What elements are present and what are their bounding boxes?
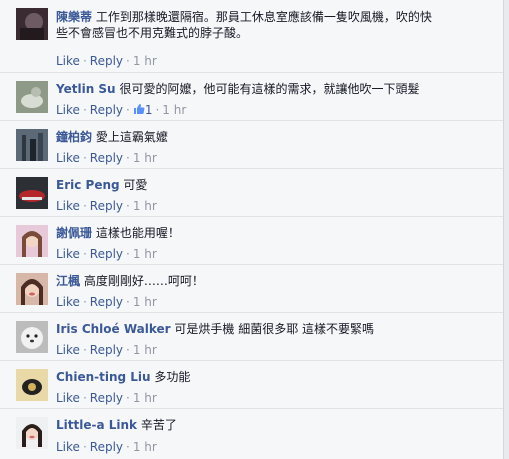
comment-body: Yetlin Su 很可愛的阿嬤，他可能有這樣的需求，就讓他吹一下頭髮 (56, 81, 493, 97)
comment-author[interactable]: 鐘柏鈞 (56, 130, 92, 144)
comment-body: Eric Peng 可愛 (56, 177, 493, 193)
comment-timestamp[interactable]: 1 hr (133, 440, 157, 454)
reply-link[interactable]: Reply (90, 54, 123, 68)
reply-link[interactable]: Reply (90, 391, 123, 405)
comment-item: Eric Peng 可愛 Like · Reply · 1 hr (0, 168, 503, 216)
comment-timestamp[interactable]: 1 hr (133, 391, 157, 405)
comment-actions: Like · Reply · 1 hr (56, 199, 157, 213)
comment-author[interactable]: Iris Chloé Walker (56, 322, 171, 336)
comment-item: 江楓 高度剛剛好……呵呵！ Like · Reply · 1 hr (0, 264, 503, 312)
avatar[interactable] (16, 321, 48, 353)
comment-author[interactable]: Yetlin Su (56, 82, 116, 96)
comment-author[interactable]: Little-a Link (56, 418, 137, 432)
comment-timestamp[interactable]: 1 hr (133, 247, 157, 261)
comment-text-continued: 些不會感冒也不用克難式的脖子酸。 (56, 26, 249, 40)
like-link[interactable]: Like (56, 391, 80, 405)
comment-item: Yetlin Su 很可愛的阿嬤，他可能有這樣的需求，就讓他吹一下頭髮 Like… (0, 72, 503, 120)
comment-item: Iris Chloé Walker 可是烘手機 細菌很多耶 這樣不要緊嗎 Lik… (0, 312, 503, 360)
comment-body: 鐘柏鈞 愛上這霸氣嬤 (56, 129, 493, 145)
avatar[interactable] (16, 369, 48, 401)
comment-author[interactable]: Eric Peng (56, 178, 120, 192)
comment-text: 可是烘手機 細菌很多耶 這樣不要緊嗎 (174, 322, 375, 336)
like-link[interactable]: Like (56, 343, 80, 357)
reply-link[interactable]: Reply (90, 295, 123, 309)
comment-timestamp[interactable]: 1 hr (133, 343, 157, 357)
comment-item: Chien-ting Liu 多功能 Like · Reply · 1 hr (0, 360, 503, 408)
comment-timestamp[interactable]: 1 hr (133, 199, 157, 213)
comment-body: Iris Chloé Walker 可是烘手機 細菌很多耶 這樣不要緊嗎 (56, 321, 493, 337)
scroll-edge (503, 0, 509, 459)
comment-author[interactable]: 陳樂蒂 (56, 10, 92, 24)
comment-item: 陳樂蒂 工作到那樣晚還隔宿。那員工休息室應該備一隻吹風機，吹的快 些不會感冒也不… (0, 0, 503, 72)
reply-link[interactable]: Reply (90, 103, 123, 117)
like-link[interactable]: Like (56, 295, 80, 309)
like-link[interactable]: Like (56, 199, 80, 213)
comment-actions: Like · Reply · 1 hr (56, 343, 157, 357)
comment-text: 很可愛的阿嬤，他可能有這樣的需求，就讓他吹一下頭髮 (119, 82, 420, 96)
comment-actions: Like · Reply · 1 hr (56, 391, 157, 405)
avatar[interactable] (16, 417, 48, 449)
avatar[interactable] (16, 81, 48, 113)
like-link[interactable]: Like (56, 103, 80, 117)
like-link[interactable]: Like (56, 440, 80, 454)
reply-link[interactable]: Reply (90, 247, 123, 261)
comment-body: Little-a Link 辛苦了 (56, 417, 493, 433)
comment-item: Little-a Link 辛苦了 Like · Reply · 1 hr (0, 408, 503, 459)
reply-link[interactable]: Reply (90, 199, 123, 213)
comment-timestamp[interactable]: 1 hr (133, 54, 157, 68)
comment-timestamp[interactable]: 1 hr (133, 151, 157, 165)
comment-body: 謝佩珊 這樣也能用喔！ (56, 225, 493, 241)
reply-link[interactable]: Reply (90, 151, 123, 165)
comment-text: 辛苦了 (140, 418, 177, 432)
comment-text: 多功能 (154, 370, 191, 384)
comment-actions: Like · Reply · 1 hr (56, 295, 157, 309)
comment-item: 謝佩珊 這樣也能用喔！ Like · Reply · 1 hr (0, 216, 503, 264)
comment-text: 這樣也能用喔！ (95, 226, 180, 240)
like-link[interactable]: Like (56, 151, 80, 165)
avatar[interactable] (16, 129, 48, 161)
comment-body: Chien-ting Liu 多功能 (56, 369, 493, 385)
comment-author[interactable]: Chien-ting Liu (56, 370, 151, 384)
like-link[interactable]: Like (56, 54, 80, 68)
like-count[interactable]: 1 (133, 103, 152, 117)
comment-actions: Like · Reply · 1 hr (56, 151, 157, 165)
comment-item: 鐘柏鈞 愛上這霸氣嬤 Like · Reply · 1 hr (0, 120, 503, 168)
comment-actions: Like · Reply · 1 · 1 hr (56, 103, 187, 117)
comment-body: 陳樂蒂 工作到那樣晚還隔宿。那員工休息室應該備一隻吹風機，吹的快 些不會感冒也不… (56, 9, 493, 41)
reply-link[interactable]: Reply (90, 440, 123, 454)
comment-text: 愛上這霸氣嬤 (95, 130, 168, 144)
comment-body: 江楓 高度剛剛好……呵呵！ (56, 273, 493, 289)
comment-timestamp[interactable]: 1 hr (133, 295, 157, 309)
avatar[interactable] (16, 225, 48, 257)
avatar[interactable] (16, 273, 48, 305)
comment-actions: Like · Reply · 1 hr (56, 247, 157, 261)
avatar[interactable] (16, 177, 48, 209)
comment-list: 陳樂蒂 工作到那樣晚還隔宿。那員工休息室應該備一隻吹風機，吹的快 些不會感冒也不… (0, 0, 503, 459)
comment-actions: Like · Reply · 1 hr (56, 54, 157, 68)
comment-text: 工作到那樣晚還隔宿。那員工休息室應該備一隻吹風機，吹的快 (95, 10, 432, 24)
comment-author[interactable]: 謝佩珊 (56, 226, 92, 240)
reply-link[interactable]: Reply (90, 343, 123, 357)
thumbs-up-icon (133, 104, 145, 114)
comment-text: 可愛 (123, 178, 148, 192)
comment-text: 高度剛剛好……呵呵！ (83, 274, 204, 288)
comment-timestamp[interactable]: 1 hr (162, 103, 186, 117)
avatar[interactable] (16, 8, 48, 40)
comment-author[interactable]: 江楓 (56, 274, 80, 288)
comment-actions: Like · Reply · 1 hr (56, 440, 157, 454)
like-link[interactable]: Like (56, 247, 80, 261)
